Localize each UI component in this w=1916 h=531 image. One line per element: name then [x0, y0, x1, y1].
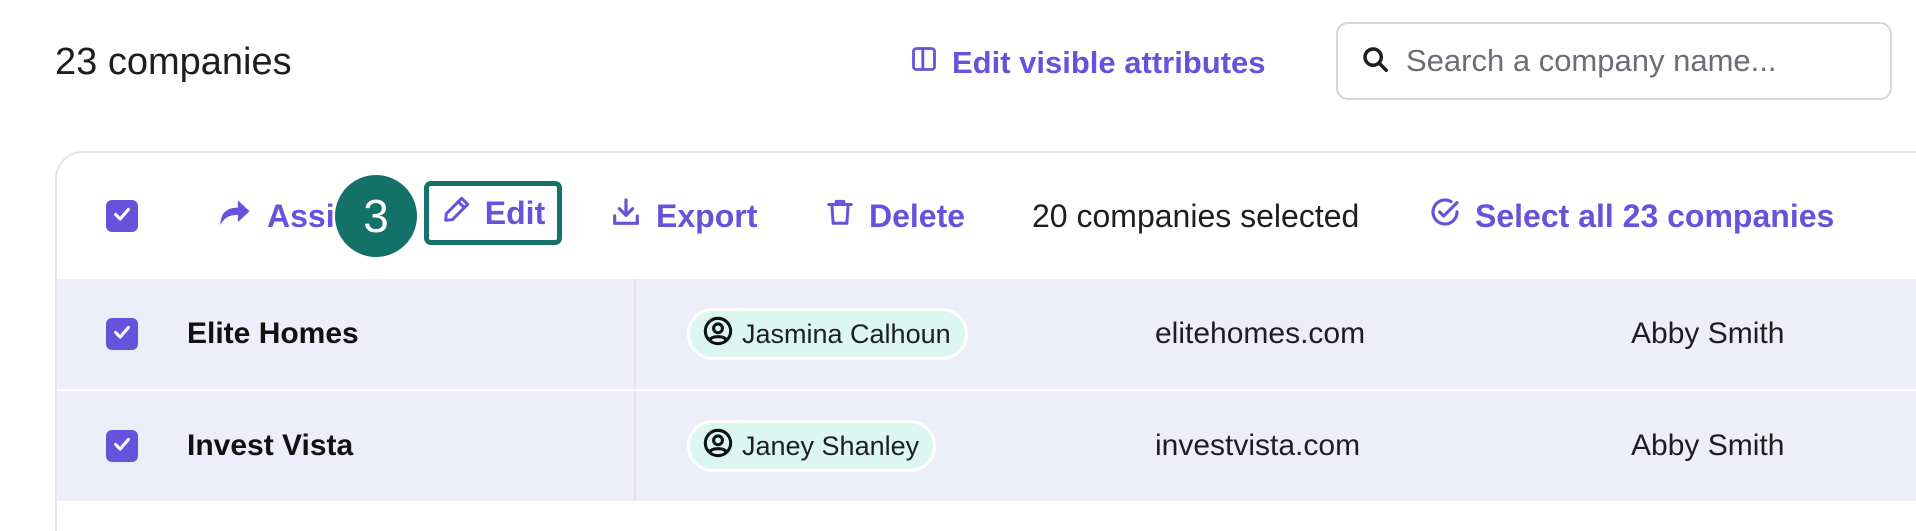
owner-name: Janey Shanley — [742, 430, 920, 461]
assigned-user: Abby Smith — [1631, 317, 1785, 350]
user-circle-icon — [702, 315, 734, 354]
edit-visible-attributes-label: Edit visible attributes — [952, 45, 1266, 80]
delete-label: Delete — [869, 197, 966, 234]
select-all-companies-label: Select all 23 companies — [1475, 197, 1835, 234]
selection-status: 20 companies selected — [1032, 197, 1360, 234]
search-input[interactable] — [1406, 43, 1846, 79]
companies-table: Assi 3 Edit Export Delete 20 companies s… — [55, 151, 1916, 531]
export-label: Export — [656, 197, 758, 234]
checkmark-icon — [111, 321, 133, 348]
owner-name: Jasmina Calhoun — [742, 318, 951, 349]
assigned-user: Abby Smith — [1631, 429, 1785, 462]
company-name[interactable]: Elite Homes — [187, 279, 359, 389]
pencil-icon — [441, 193, 473, 233]
column-divider — [634, 391, 636, 501]
company-domain: investvista.com — [1155, 429, 1361, 462]
columns-icon — [910, 45, 938, 81]
edit-label: Edit — [484, 194, 546, 231]
select-all-companies-button[interactable]: Select all 23 companies — [1429, 153, 1834, 279]
checkmark-icon — [111, 203, 133, 230]
bulk-action-toolbar: Assi 3 Edit Export Delete 20 companies s… — [57, 153, 1916, 281]
table-row[interactable]: Invest Vista Janey Shanley investvista.c… — [57, 391, 1916, 503]
search-box[interactable] — [1336, 22, 1892, 100]
row-checkbox[interactable] — [106, 318, 138, 350]
select-all-checkbox[interactable] — [106, 200, 138, 232]
company-domain: elitehomes.com — [1155, 317, 1366, 350]
search-icon — [1360, 44, 1390, 79]
owner-badge[interactable]: Jasmina Calhoun — [687, 308, 968, 360]
company-name[interactable]: Invest Vista — [187, 391, 353, 501]
table-row[interactable]: Elite Homes Jasmina Calhoun elitehomes.c… — [57, 279, 1916, 391]
row-checkbox[interactable] — [106, 430, 138, 462]
delete-button[interactable]: Delete — [825, 153, 965, 279]
edit-visible-attributes-button[interactable]: Edit visible attributes — [910, 40, 1266, 86]
step-badge: 3 — [335, 175, 417, 257]
assign-button[interactable]: Assi — [217, 153, 335, 279]
edit-button[interactable]: Edit — [424, 181, 562, 245]
column-divider — [634, 279, 636, 389]
assign-label: Assi — [267, 197, 335, 234]
download-icon — [610, 196, 642, 236]
export-button[interactable]: Export — [610, 153, 757, 279]
trash-icon — [825, 196, 855, 236]
check-circle-icon — [1429, 196, 1461, 236]
owner-badge[interactable]: Janey Shanley — [687, 420, 937, 472]
user-circle-icon — [702, 427, 734, 466]
checkmark-icon — [111, 433, 133, 460]
page-title: 23 companies — [55, 41, 292, 83]
share-arrow-icon — [217, 196, 253, 236]
